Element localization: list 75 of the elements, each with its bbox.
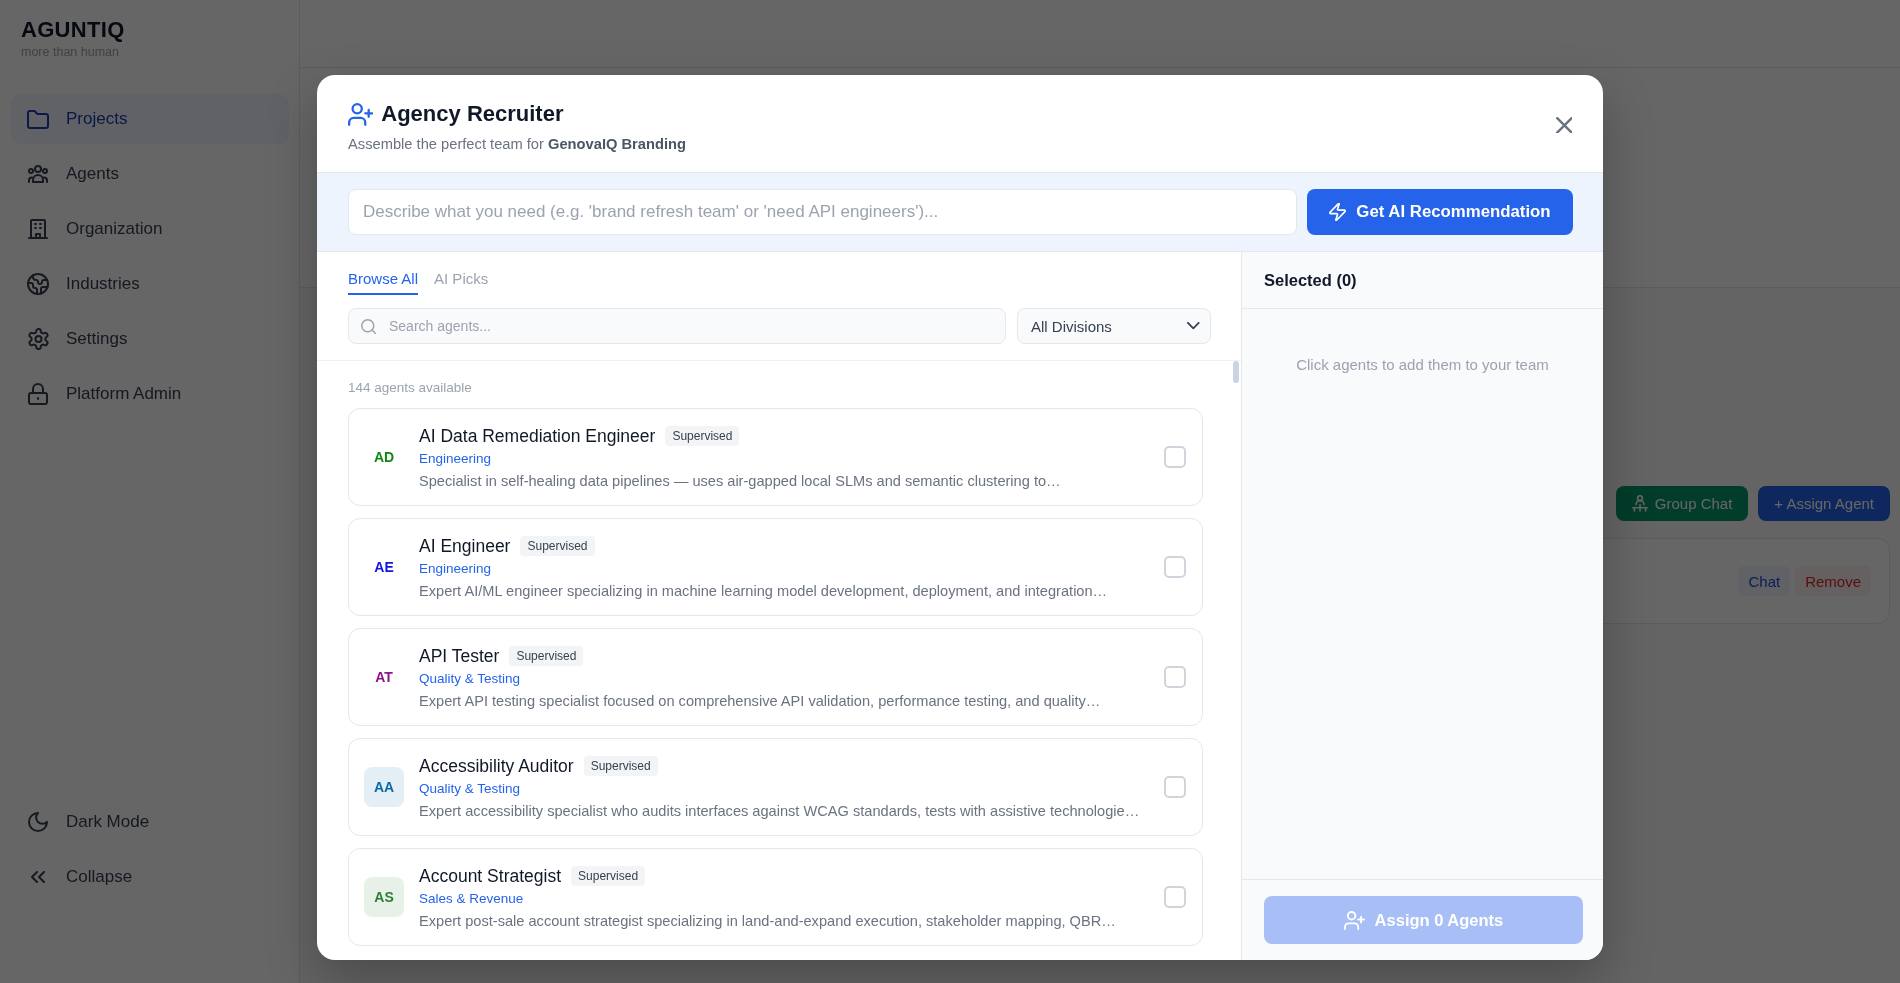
people-icon (28, 165, 48, 183)
agent-card[interactable]: AD AI Data Remediation Engineer Supervised Engineering Specialist in self-healing data pipelines — uses air-gapped local SLMs and semantic clustering to… (348, 408, 1203, 506)
mode-badge: Supervised (583, 756, 658, 776)
mode-badge: Supervised (665, 426, 740, 446)
nav-item[interactable]: Dark Mode (11, 797, 289, 847)
agent-description: Expert AI/ML engineer specializing in machine learning model development, deployment, and integration… (419, 582, 1109, 601)
agent-avatar: AS (364, 877, 404, 917)
agent-count: 144 agents available (348, 380, 473, 396)
recommendation-button[interactable]: Get AI Recommendation (1307, 189, 1573, 235)
settings-icon (27, 328, 49, 350)
nav-item[interactable]: Agents (11, 149, 289, 199)
agent-name: Accessibility Auditor (419, 755, 574, 777)
agent-name: AI Engineer (419, 535, 511, 557)
selected-title: Selected (0) (1264, 270, 1357, 290)
nav-item[interactable]: Platform Admin (11, 369, 289, 419)
nav-item[interactable]: Settings (11, 314, 289, 364)
tab[interactable]: AI Picks (434, 270, 489, 295)
dialog-title: Agency Recruiter (381, 100, 564, 128)
agent-avatar: AD (372, 448, 396, 467)
agent-name: API Tester (419, 645, 500, 667)
agent-checkbox[interactable] (1164, 886, 1186, 908)
agent-description: Expert post-sale account strategist specializing in land-and-expand execution, stakeholder mapping, QBR… (419, 912, 1117, 931)
folder-icon (27, 109, 49, 129)
chevron-down-icon (1187, 322, 1200, 330)
agent-checkbox[interactable] (1164, 666, 1186, 688)
people-network-icon (1631, 495, 1648, 512)
scrollbar-thumb[interactable] (1233, 361, 1239, 383)
division-label: Engineering (419, 560, 493, 578)
nav-item[interactable]: Industries (11, 259, 289, 309)
agent-checkbox[interactable] (1164, 776, 1186, 798)
toolbar-button[interactable]: + Assign Agent (1758, 486, 1890, 521)
member-action-button[interactable]: Remove (1795, 566, 1871, 596)
app-logo: AGUNTIQ (21, 17, 126, 43)
dialog-subtitle: Assemble the perfect team for GenovaIQ Branding (348, 135, 686, 153)
agent-description: Expert API testing specialist focused on comprehensive API validation, performance testing, and quality… (419, 692, 1102, 711)
agent-name: AI Data Remediation Engineer (419, 425, 656, 447)
mode-badge: Supervised (509, 646, 584, 666)
agent-checkbox[interactable] (1164, 446, 1186, 468)
mode-badge: Supervised (571, 866, 646, 886)
agent-card[interactable]: AE AI Engineer Supervised Engineering Expert AI/ML engineer specializing in machine learning model development, deployment, and integration… (348, 518, 1203, 616)
double-chevron-left-icon (31, 871, 45, 883)
agent-avatar: AT (374, 668, 394, 687)
tab[interactable]: Browse All (348, 270, 419, 295)
user-plus-icon (1343, 910, 1365, 930)
request-input[interactable]: Describe what you need (e.g. 'brand refresh team' or 'need API engineers')... (348, 189, 1297, 235)
nav-item[interactable]: Organization (11, 204, 289, 254)
member-action-button[interactable]: Chat (1738, 566, 1791, 596)
agent-avatar: AA (364, 767, 404, 807)
mode-badge: Supervised (520, 536, 595, 556)
toolbar-button[interactable]: Group Chat (1615, 486, 1749, 521)
search-field[interactable]: Search agents... (348, 308, 1006, 344)
nav-item[interactable]: Collapse (11, 852, 289, 902)
agent-description: Specialist in self-healing data pipelines — uses air-gapped local SLMs and semantic clustering to… (419, 472, 1062, 491)
division-label: Quality & Testing (419, 780, 522, 798)
lightning-icon (1329, 203, 1347, 221)
division-select[interactable]: All Divisions (1017, 308, 1211, 344)
division-label: Sales & Revenue (419, 890, 525, 908)
globe-icon (27, 273, 49, 295)
nav-item[interactable]: Projects (11, 94, 289, 144)
agent-name: Account Strategist (419, 865, 562, 887)
user-plus-icon (348, 102, 374, 126)
division-label: Engineering (419, 450, 493, 468)
lock-icon (28, 383, 48, 405)
agent-checkbox[interactable] (1164, 556, 1186, 578)
agent-description: Expert accessibility specialist who audits interfaces against WCAG standards, tests with assistive technologie… (419, 802, 1141, 821)
agent-avatar: AE (373, 558, 395, 577)
close-icon (1555, 116, 1573, 134)
agent-card[interactable]: AA Accessibility Auditor Supervised Quality & Testing Expert accessibility specialist who audits interfaces against WCAG standards, tests with assistive technologie… (348, 738, 1203, 836)
agent-card[interactable]: AT API Tester Supervised Quality & Testing Expert API testing specialist focused on comprehensive API validation, performance testing, and quality… (348, 628, 1203, 726)
empty-message: Click agents to add them to your team (1296, 356, 1549, 374)
moon-icon (28, 812, 48, 832)
agent-card[interactable]: AS Account Strategist Supervised Sales & Revenue Expert post-sale account strategist specializing in land-and-expand execution, stakeholder mapping, QBR… (348, 848, 1203, 946)
building-icon (28, 218, 48, 240)
search-icon (361, 319, 376, 334)
division-label: Quality & Testing (419, 670, 522, 688)
